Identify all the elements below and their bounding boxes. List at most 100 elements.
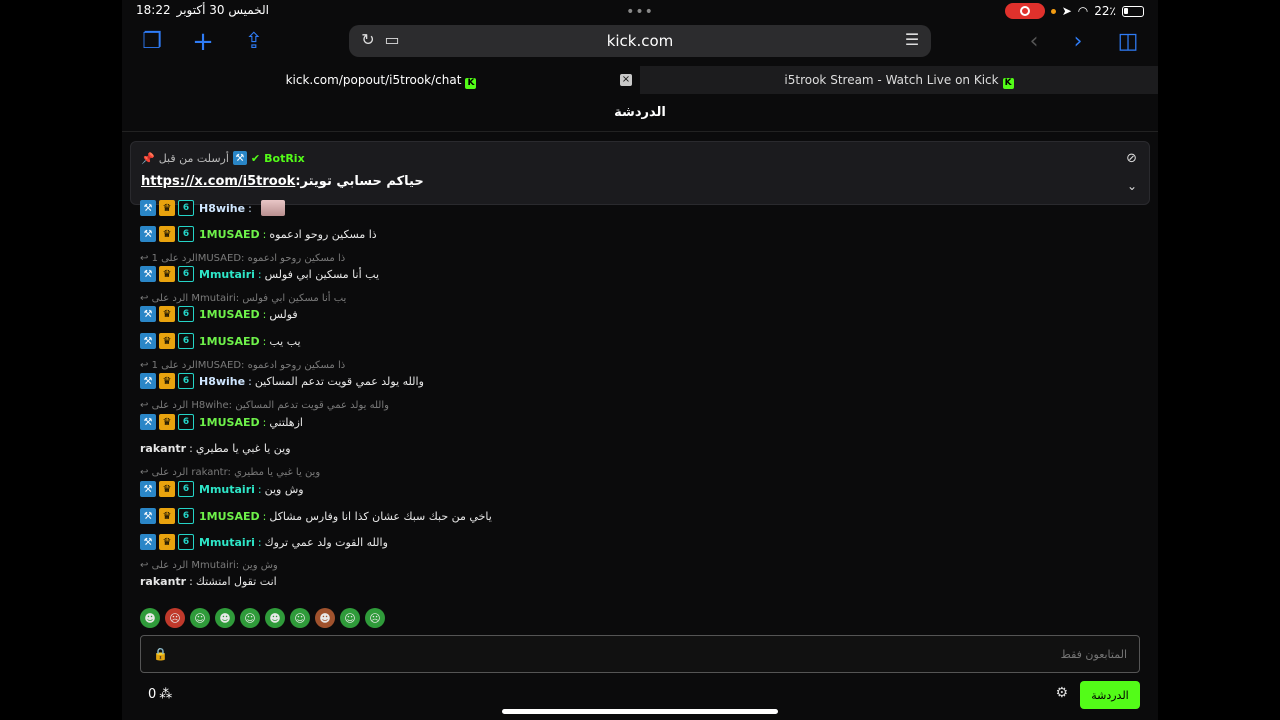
share-icon[interactable]: ⇪ xyxy=(240,28,268,56)
tab-overview-icon[interactable]: ❐ xyxy=(138,28,166,56)
url-text: kick.com xyxy=(606,32,674,50)
emote-7-icon[interactable]: ☺ xyxy=(290,608,310,628)
status-bar: 18:22 الخميس 30 أكتوبر ••• ➤ ◠ 22٪ xyxy=(122,0,1158,22)
chat-message: rakantr: وين يا غبي يا مطيري xyxy=(140,442,291,455)
battery-percent: 22٪ xyxy=(1094,4,1116,18)
pinned-by-label: أرسلت من قبل xyxy=(158,151,229,165)
message-text: انت تقول امتشتك xyxy=(195,575,277,588)
username[interactable]: H8wihe xyxy=(199,375,245,388)
vip-crown-icon: ♛ xyxy=(159,306,175,322)
subscriber-badge-icon: 6 xyxy=(178,306,194,322)
username[interactable]: rakantr xyxy=(140,442,186,455)
reply-context[interactable]: ↩ الرد على 1MUSAED: ذا مسكين روحو ادعموه xyxy=(140,253,345,264)
moderator-badge-icon: ⚒ xyxy=(140,200,156,216)
message-text: فولس xyxy=(269,307,298,321)
username[interactable]: 1MUSAED xyxy=(199,308,260,321)
battery-icon xyxy=(1122,5,1144,17)
emote-2-icon[interactable]: ☹ xyxy=(165,608,185,628)
chat-message: ⚒ ♛ 6 1MUSAED: يب يب xyxy=(140,333,301,349)
username[interactable]: Mmutairi xyxy=(199,483,255,496)
home-indicator[interactable] xyxy=(502,709,778,714)
chat-send-button[interactable]: الدردشة xyxy=(1080,681,1140,709)
chat-message: ⚒ ♛ 6 H8wihe: xyxy=(140,200,285,216)
hide-pin-icon[interactable]: ⊘ xyxy=(1126,151,1137,166)
chat-message: ⚒ ♛ 6 1MUSAED: فولس xyxy=(140,306,298,322)
tab-label: i5trook Stream - Watch Live on Kick xyxy=(784,73,999,87)
chat-input-box[interactable]: 🔒 xyxy=(140,635,1140,673)
address-bar[interactable]: ↻ ▭ kick.com ☰ xyxy=(349,25,931,57)
reply-context[interactable]: ↩ الرد على Mmutairi: يب أنا مسكين ابي فو… xyxy=(140,293,346,304)
pinned-message[interactable]: 📌 أرسلت من قبل ⚒ ✔ BotRix https://x.com/… xyxy=(130,141,1150,205)
chat-message: ⚒ ♛ 6 1MUSAED: ياخي من حبك سبك عشان كذا … xyxy=(140,508,492,524)
username[interactable]: 1MUSAED xyxy=(199,335,260,348)
chat-message: ⚒ ♛ 6 Mmutairi: وش وين xyxy=(140,481,304,497)
subscriber-badge-icon: 6 xyxy=(178,333,194,349)
vip-crown-icon: ♛ xyxy=(159,508,175,524)
message-text: وين يا غبي يا مطيري xyxy=(195,442,291,455)
pinned-link[interactable]: https://x.com/i5trook xyxy=(141,174,295,189)
emote-5-icon[interactable]: ☺ xyxy=(240,608,260,628)
emote-3-icon[interactable]: ☺ xyxy=(190,608,210,628)
emote-8-icon[interactable]: ☻ xyxy=(315,608,335,628)
chat-message: rakantr: انت تقول امتشتك xyxy=(140,575,277,588)
new-tab-icon[interactable]: + xyxy=(189,28,217,56)
message-text: وش وين xyxy=(264,482,304,496)
reply-context[interactable]: ↩ الرد على 1MUSAED: ذا مسكين روحو ادعموه xyxy=(140,360,345,371)
emote-bar: ☻ ☹ ☺ ☻ ☺ ☻ ☺ ☻ ☺ ☹ xyxy=(140,608,385,628)
verified-icon: ✔ xyxy=(250,151,261,165)
lock-icon: 🔒 xyxy=(153,647,168,661)
reply-context[interactable]: ↩ الرد على Mmutairi: وش وين xyxy=(140,560,278,571)
emote-10-icon[interactable]: ☹ xyxy=(365,608,385,628)
kick-logo-icon: K xyxy=(1002,78,1014,89)
forward-icon[interactable]: › xyxy=(1064,28,1092,56)
moderator-badge-icon: ⚒ xyxy=(140,534,156,550)
chat-input[interactable] xyxy=(177,644,1127,664)
emote-image xyxy=(260,200,285,216)
username[interactable]: Mmutairi xyxy=(199,268,255,281)
emote-6-icon[interactable]: ☻ xyxy=(265,608,285,628)
subscriber-badge-icon: 6 xyxy=(178,200,194,216)
vip-crown-icon: ♛ xyxy=(159,373,175,389)
moderator-badge-icon: ⚒ xyxy=(140,508,156,524)
username[interactable]: 1MUSAED xyxy=(199,228,260,241)
username[interactable]: 1MUSAED xyxy=(199,510,260,523)
reply-context[interactable]: ↩ الرد على H8wihe: والله يولد عمي قويت ت… xyxy=(140,400,389,411)
points-icon: ⁂ xyxy=(159,687,173,702)
tab-menu-icon[interactable]: ☰ xyxy=(901,30,923,49)
tab-stream[interactable]: i5trook Stream - Watch Live on Kick K xyxy=(640,66,1158,94)
back-icon[interactable]: ‹ xyxy=(1020,28,1048,56)
tab-bar: kick.com/popout/i5trook/chat K × i5trook … xyxy=(122,66,1158,94)
emote-1-icon[interactable]: ☻ xyxy=(140,608,160,628)
vip-crown-icon: ♛ xyxy=(159,534,175,550)
chevron-down-icon[interactable]: ⌄ xyxy=(1127,179,1137,193)
emote-9-icon[interactable]: ☺ xyxy=(340,608,360,628)
screen: 18:22 الخميس 30 أكتوبر ••• ➤ ◠ 22٪ ❐ + ⇪… xyxy=(122,0,1158,720)
vip-crown-icon: ♛ xyxy=(159,414,175,430)
chat-message: ⚒ ♛ 6 H8wihe: والله يولد عمي قويت تدعم ا… xyxy=(140,373,424,389)
wifi-icon: ◠ xyxy=(1077,4,1089,18)
username[interactable]: Mmutairi xyxy=(199,536,255,549)
emote-4-icon[interactable]: ☻ xyxy=(215,608,235,628)
username[interactable]: H8wihe xyxy=(199,202,245,215)
moderator-badge-icon: ⚒ xyxy=(140,333,156,349)
reply-context[interactable]: ↩ الرد على rakantr: وين يا غبي يا مطيري xyxy=(140,467,320,478)
multitask-dots-icon[interactable]: ••• xyxy=(626,4,654,20)
tab-chat-popout[interactable]: kick.com/popout/i5trook/chat K × xyxy=(122,66,640,94)
subscriber-badge-icon: 6 xyxy=(178,508,194,524)
pinned-user[interactable]: BotRix xyxy=(264,152,305,165)
close-tab-icon[interactable]: × xyxy=(620,74,632,86)
message-text: ازهلتني xyxy=(269,415,303,429)
tab-label: kick.com/popout/i5trook/chat xyxy=(285,73,462,87)
location-icon: ➤ xyxy=(1061,4,1072,18)
moderator-badge-icon: ⚒ xyxy=(140,226,156,242)
chat-message: ⚒ ♛ 6 1MUSAED: ازهلتني xyxy=(140,414,303,430)
vip-crown-icon: ♛ xyxy=(159,200,175,216)
settings-gear-icon[interactable]: ⚙ xyxy=(1055,685,1068,701)
vip-crown-icon: ♛ xyxy=(159,266,175,282)
chat-message: ⚒ ♛ 6 Mmutairi: يب أنا مسكين ابي فولس xyxy=(140,266,379,282)
sidebar-icon[interactable]: ◫ xyxy=(1114,28,1142,56)
moderator-badge-icon: ⚒ xyxy=(140,266,156,282)
username[interactable]: 1MUSAED xyxy=(199,416,260,429)
username[interactable]: rakantr xyxy=(140,575,186,588)
kick-logo-icon: K xyxy=(465,78,477,89)
